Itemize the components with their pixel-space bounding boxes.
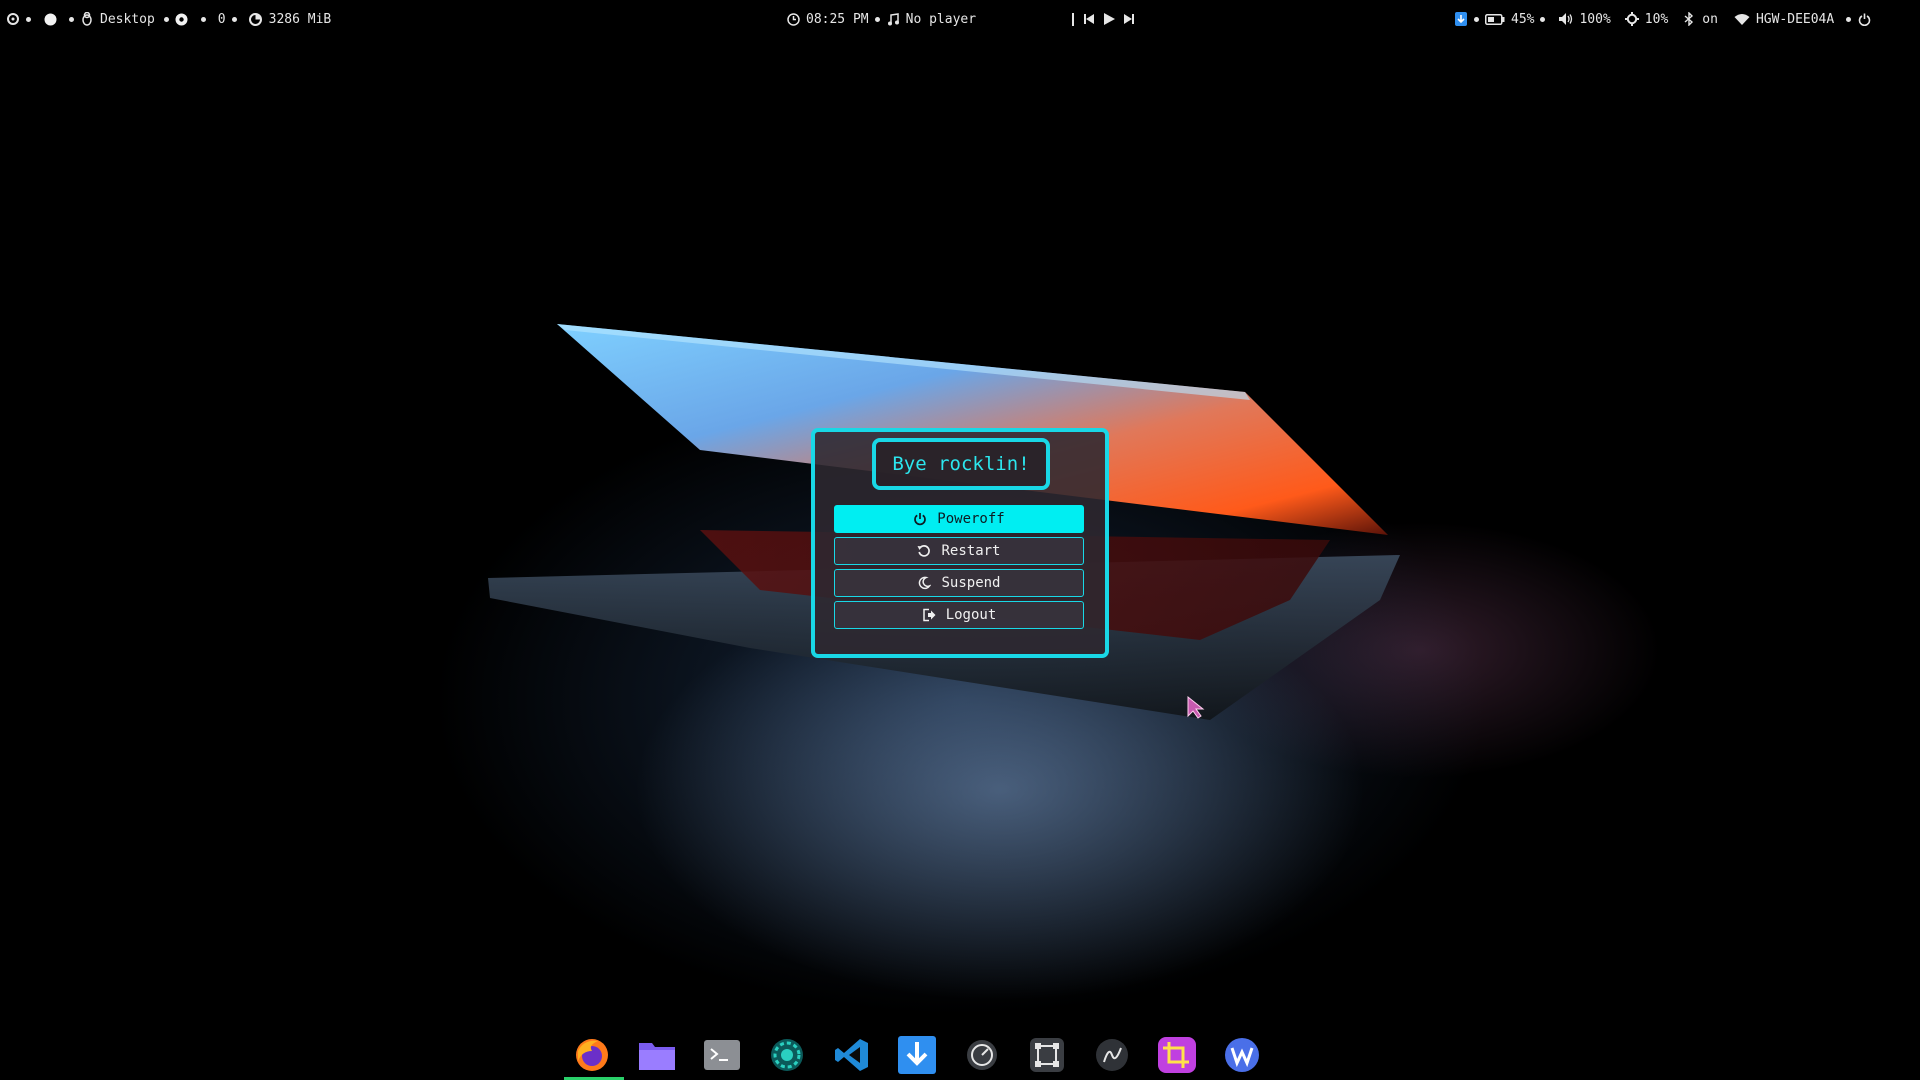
launcher-icon[interactable]	[6, 12, 20, 26]
counter-value: 0	[217, 11, 226, 27]
volume-level: 100%	[1579, 11, 1611, 27]
logout-icon	[922, 608, 936, 622]
separator-dot	[1846, 16, 1852, 22]
wps-writer-icon[interactable]	[1222, 1035, 1262, 1075]
memory-usage: 3286 MiB	[268, 11, 332, 27]
logout-button[interactable]: Logout	[834, 601, 1084, 629]
separator-dot	[200, 16, 206, 22]
restart-label: Restart	[941, 543, 1001, 559]
clock-time[interactable]: 08:25 PM	[806, 12, 869, 27]
brightness-icon[interactable]	[1624, 12, 1639, 26]
inkscape-icon[interactable]	[1092, 1035, 1132, 1075]
wifi-icon[interactable]	[1734, 12, 1750, 26]
separator-dot	[26, 16, 31, 22]
battery-level: 45%	[1511, 11, 1535, 27]
terminal-icon[interactable]	[702, 1035, 742, 1075]
downloader-icon[interactable]	[897, 1035, 937, 1075]
power-icon	[913, 512, 927, 526]
music-note-icon	[886, 12, 900, 26]
battery-icon	[1485, 12, 1505, 26]
suspend-label: Suspend	[941, 575, 1001, 591]
volume-icon[interactable]	[1559, 12, 1573, 26]
restart-button[interactable]: Restart	[834, 537, 1084, 565]
restart-icon	[917, 544, 931, 558]
poweroff-label: Poweroff	[937, 511, 1005, 527]
separator-dot	[874, 16, 880, 22]
previous-track-icon[interactable]	[1082, 12, 1096, 26]
obs-icon[interactable]	[767, 1035, 807, 1075]
crop-icon[interactable]	[1157, 1035, 1197, 1075]
linux-tux-icon	[80, 12, 94, 26]
next-track-icon[interactable]	[1122, 12, 1136, 26]
poweroff-button[interactable]: Poweroff	[834, 505, 1084, 533]
workspace-circle-icon[interactable]	[43, 12, 57, 26]
logout-label: Logout	[945, 607, 997, 623]
power-menu-icon[interactable]	[1857, 12, 1871, 26]
separator-dot	[1474, 16, 1479, 22]
moon-icon	[917, 576, 932, 590]
top-bar: Desktop 0 3286 MiB 08:25 PM No player 45…	[0, 0, 1920, 38]
vscode-icon[interactable]	[832, 1035, 872, 1075]
separator-dot	[231, 16, 237, 22]
logout-dialog: Bye rocklin! Poweroff Restart Suspend Lo…	[811, 428, 1109, 658]
player-status: No player	[905, 11, 977, 27]
app-dock	[560, 1032, 1270, 1080]
separator-dot	[1540, 16, 1546, 22]
bluetooth-icon[interactable]	[1682, 12, 1696, 26]
record-icon[interactable]	[175, 12, 189, 26]
suspend-button[interactable]: Suspend	[834, 569, 1084, 597]
separator-dot	[69, 16, 74, 22]
separator-dot	[163, 16, 169, 22]
play-icon[interactable]	[1102, 12, 1116, 26]
divider-bar	[1072, 12, 1074, 26]
greeting-title: Bye rocklin!	[872, 438, 1050, 490]
files-icon[interactable]	[637, 1035, 677, 1075]
wifi-network-name: HGW-DEE04A	[1755, 11, 1835, 27]
screenshot-icon[interactable]	[1027, 1035, 1067, 1075]
clock-icon	[786, 12, 800, 26]
workspace-label: Desktop	[100, 11, 155, 27]
download-status-icon[interactable]	[1454, 12, 1468, 26]
memory-pie-icon	[249, 12, 263, 26]
brightness-level: 10%	[1644, 11, 1669, 27]
firefox-icon[interactable]	[564, 1035, 624, 1080]
bluetooth-status: on	[1702, 11, 1718, 27]
speedometer-icon[interactable]	[962, 1035, 1002, 1075]
